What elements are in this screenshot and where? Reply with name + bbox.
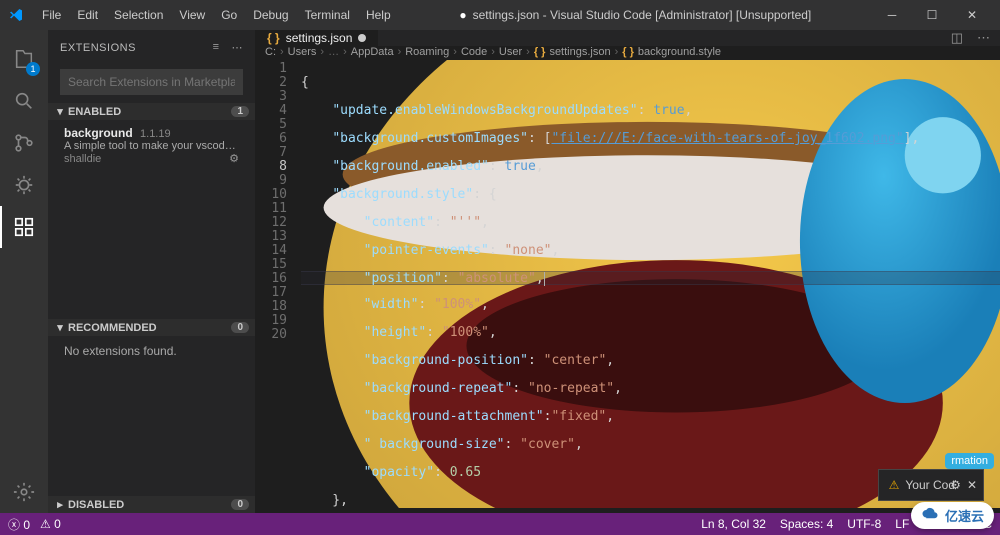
disabled-label: DISABLED <box>68 499 124 511</box>
crumb[interactable]: C: <box>265 46 276 58</box>
menu-help[interactable]: Help <box>358 8 399 22</box>
tab-bar: { } settings.json ◫ ⋯ <box>255 30 1000 46</box>
crumb[interactable]: settings.json <box>549 46 610 58</box>
code-content[interactable]: { "update.enableWindowsBackgroundUpdates… <box>297 58 1000 513</box>
sidebar-header: EXTENSIONS ≡ ⋯ <box>48 30 255 65</box>
window-title: ●settings.json - Visual Studio Code [Adm… <box>399 8 872 22</box>
crumb[interactable]: User <box>499 46 522 58</box>
vscode-logo-icon <box>8 7 24 23</box>
crumb[interactable]: Users <box>288 46 317 58</box>
title-bar: File Edit Selection View Go Debug Termin… <box>0 0 1000 30</box>
status-encoding[interactable]: UTF-8 <box>847 517 881 531</box>
chevron-down-icon: ▾ <box>54 321 66 334</box>
extensions-search-input[interactable] <box>60 69 243 95</box>
enabled-count: 1 <box>231 106 249 117</box>
line-gutter: 1234567 8 91011121314151617181920 <box>255 58 297 513</box>
dirty-indicator-icon: ● <box>459 8 466 22</box>
crumb[interactable]: Roaming <box>405 46 449 58</box>
sidebar-title: EXTENSIONS <box>60 42 136 54</box>
maximize-button[interactable]: ☐ <box>912 8 952 22</box>
code-editor[interactable]: 1234567 8 91011121314151617181920 { "upd… <box>255 58 1000 513</box>
no-extensions-text: No extensions found. <box>48 336 255 366</box>
enabled-label: ENABLED <box>68 106 121 118</box>
floating-badge[interactable]: rmation <box>945 453 994 469</box>
menu-file[interactable]: File <box>34 8 69 22</box>
menu-terminal[interactable]: Terminal <box>297 8 358 22</box>
menu-edit[interactable]: Edit <box>69 8 106 22</box>
gear-icon[interactable]: ⚙ <box>229 152 239 165</box>
window-controls: ─ ☐ ✕ <box>872 8 992 22</box>
status-warnings[interactable]: ⚠ 0 <box>40 517 61 531</box>
activity-debug[interactable] <box>0 164 48 206</box>
recommended-count: 0 <box>231 322 249 333</box>
status-spaces[interactable]: Spaces: 4 <box>780 517 833 531</box>
breadcrumbs[interactable]: C:› Users› …› AppData› Roaming› Code› Us… <box>255 46 1000 58</box>
dirty-dot-icon <box>358 34 366 42</box>
editor: { } settings.json ◫ ⋯ C:› Users› …› AppD… <box>255 30 1000 513</box>
more-actions-icon[interactable]: ⋯ <box>977 30 990 46</box>
recommended-label: RECOMMENDED <box>68 322 157 334</box>
activity-extensions[interactable] <box>0 206 48 248</box>
activity-explorer[interactable]: 1 <box>0 38 48 80</box>
text-cursor <box>544 272 545 286</box>
json-icon: { } <box>622 46 634 58</box>
crumb[interactable]: background.style <box>638 46 721 58</box>
status-eol[interactable]: LF <box>895 517 909 531</box>
main-menu: File Edit Selection View Go Debug Termin… <box>34 8 399 22</box>
extension-publisher: shalldie <box>64 153 101 165</box>
menu-view[interactable]: View <box>171 8 213 22</box>
gear-icon[interactable]: ⚙ <box>950 478 961 492</box>
split-editor-icon[interactable]: ◫ <box>951 30 963 46</box>
json-icon: { } <box>534 46 546 58</box>
tab-label: settings.json <box>286 31 353 45</box>
activity-search[interactable] <box>0 80 48 122</box>
more-icon[interactable]: ⋯ <box>232 41 244 54</box>
activity-scm[interactable] <box>0 122 48 164</box>
disabled-count: 0 <box>231 499 249 510</box>
watermark-badge: 亿速云 <box>911 502 994 529</box>
status-line-col[interactable]: Ln 8, Col 32 <box>701 517 766 531</box>
explorer-badge: 1 <box>26 62 40 76</box>
status-bar: ⓧ 0 ⚠ 0 Ln 8, Col 32 Spaces: 4 UTF-8 LF … <box>0 513 1000 535</box>
extension-name: background <box>64 126 133 140</box>
notification-toast[interactable]: ⚠ Your Cod ⚙ ✕ <box>878 469 984 501</box>
json-icon: { } <box>267 31 280 45</box>
activity-bar: 1 <box>0 30 48 513</box>
crumb[interactable]: AppData <box>351 46 394 58</box>
menu-debug[interactable]: Debug <box>245 8 296 22</box>
chevron-down-icon: ▾ <box>54 105 66 118</box>
extension-item[interactable]: background 1.1.19 A simple tool to make … <box>48 120 255 171</box>
menu-go[interactable]: Go <box>213 8 245 22</box>
close-icon[interactable]: ✕ <box>967 478 977 492</box>
section-disabled[interactable]: ▸ DISABLED 0 <box>48 496 255 513</box>
minimize-button[interactable]: ─ <box>872 8 912 22</box>
warning-icon: ⚠ <box>889 478 900 492</box>
crumb[interactable]: Code <box>461 46 487 58</box>
extension-desc: A simple tool to make your vscode's back… <box>64 140 239 152</box>
activity-settings[interactable] <box>0 471 48 513</box>
extension-version: 1.1.19 <box>140 128 171 140</box>
status-errors[interactable]: ⓧ 0 <box>8 516 30 533</box>
notification-text: Your Cod <box>905 478 955 492</box>
extensions-sidebar: EXTENSIONS ≡ ⋯ ▾ ENABLED 1 background 1.… <box>48 30 255 513</box>
section-enabled[interactable]: ▾ ENABLED 1 <box>48 103 255 120</box>
section-recommended[interactable]: ▾ RECOMMENDED 0 <box>48 319 255 336</box>
close-button[interactable]: ✕ <box>952 8 992 22</box>
menu-selection[interactable]: Selection <box>106 8 171 22</box>
filter-icon[interactable]: ≡ <box>213 41 220 54</box>
tab-settings-json[interactable]: { } settings.json <box>255 30 378 46</box>
chevron-right-icon: ▸ <box>54 498 66 511</box>
